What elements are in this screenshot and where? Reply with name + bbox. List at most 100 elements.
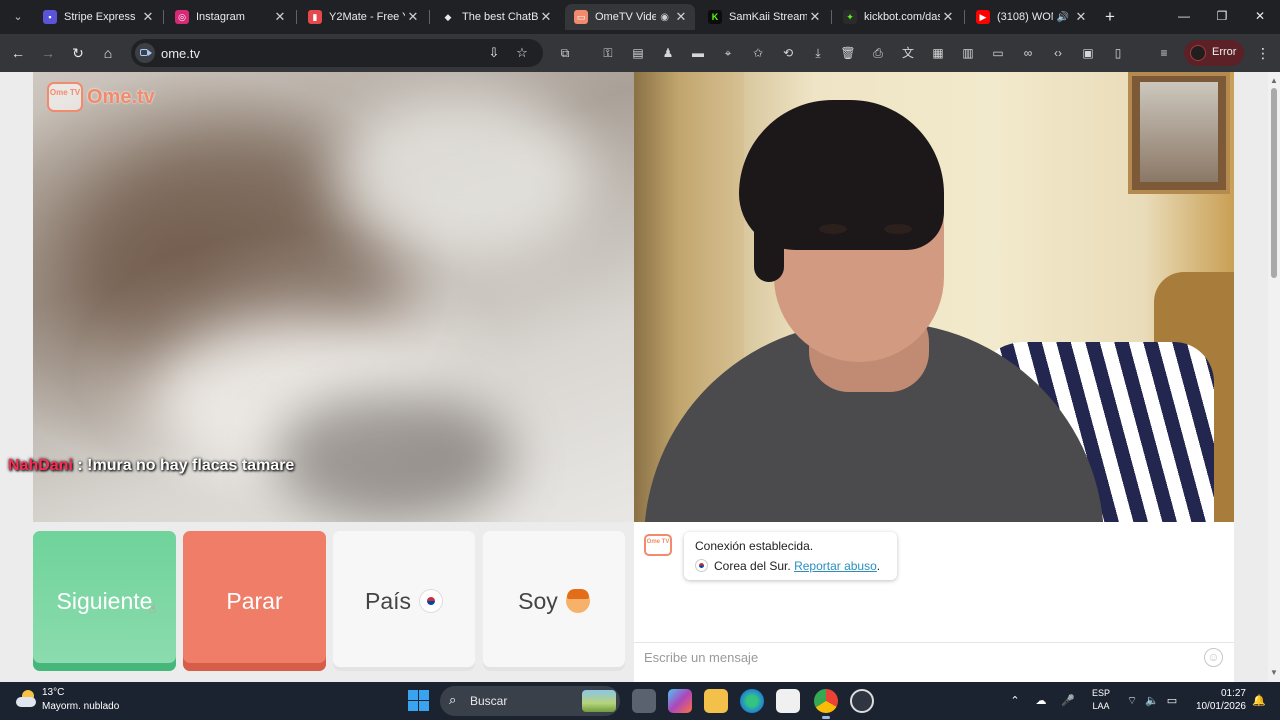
reload-icon[interactable]: ↻	[68, 43, 88, 63]
sidepanel-icon[interactable]: ▣	[1079, 44, 1097, 62]
tab-ometv[interactable]: ▭ OmeTV Vide ◉ ✕	[565, 4, 695, 30]
weather-temp[interactable]: 13°C	[42, 687, 64, 698]
tab-kickbot[interactable]: ✦ kickbot.com/das ✕	[834, 4, 962, 30]
notification-bell-icon[interactable]: 🔔	[1250, 692, 1268, 710]
extensions-icon[interactable]: ⧉	[556, 44, 574, 62]
profile-error-button[interactable]: Error	[1184, 40, 1244, 66]
store-icon[interactable]	[776, 689, 800, 713]
country-label: País	[364, 587, 412, 614]
onedrive-icon[interactable]: ☁	[1032, 692, 1050, 710]
next-button[interactable]: Siguiente	[33, 531, 176, 671]
tab-y2mate[interactable]: ▮ Y2Mate - Free Yo ✕	[299, 4, 427, 30]
scroll-down-icon[interactable]: ▼	[1270, 668, 1278, 678]
cast-icon[interactable]: ▭	[989, 44, 1007, 62]
scroll-up-icon[interactable]: ▲	[1270, 76, 1278, 86]
reader-icon[interactable]: ▤	[629, 44, 647, 62]
translate-icon[interactable]: 文	[899, 44, 917, 62]
windows-start-icon[interactable]	[408, 690, 429, 711]
avatar	[1190, 45, 1206, 61]
gender-button[interactable]: Soy	[483, 531, 625, 671]
tab-chatbot[interactable]: ◆ The best ChatBo ✕	[432, 4, 560, 30]
close-tab-icon[interactable]: ✕	[272, 9, 288, 25]
close-tab-icon[interactable]: ✕	[538, 9, 554, 25]
stop-button[interactable]: Parar	[183, 531, 326, 671]
system-clock[interactable]: 01:27 10/01/2026	[1190, 687, 1246, 713]
copilot-icon[interactable]	[668, 689, 692, 713]
close-tab-icon[interactable]: ✕	[940, 9, 956, 25]
close-tab-icon[interactable]: ✕	[807, 9, 823, 25]
emoji-picker-icon[interactable]: ☺	[1204, 648, 1223, 667]
code-icon[interactable]: ‹›	[1049, 44, 1067, 62]
close-window-icon[interactable]: ✕	[1248, 6, 1272, 26]
close-tab-icon[interactable]: ✕	[405, 9, 421, 25]
scrollbar-thumb[interactable]	[1271, 88, 1277, 278]
url-text[interactable]: ome.tv	[161, 46, 200, 61]
tab-stripe-express[interactable]: ▪ Stripe Express ✕	[34, 4, 162, 30]
keyboard-layout: LAA	[1092, 701, 1110, 711]
qr-icon[interactable]: ▦	[929, 44, 947, 62]
minimize-icon[interactable]: —	[1172, 6, 1196, 26]
close-tab-icon[interactable]: ✕	[140, 9, 156, 25]
link-icon[interactable]: ∞	[1019, 44, 1037, 62]
stranger-video: Ome TV Ome.tv	[33, 72, 634, 522]
audio-playing-icon[interactable]: 🔊	[1057, 12, 1069, 23]
message-input[interactable]	[634, 642, 1234, 672]
weather-icon[interactable]	[14, 689, 38, 711]
tab-youtube[interactable]: ▶ (3108) WON 🔊 ✕	[967, 4, 1095, 30]
weather-desc[interactable]: Mayorm. nublado	[42, 701, 119, 712]
close-tab-icon[interactable]: ✕	[673, 9, 689, 25]
back-icon[interactable]: ←	[8, 43, 28, 63]
media-controls-icon[interactable]: ≡	[1155, 44, 1173, 62]
devices-icon[interactable]: ▯	[1109, 44, 1127, 62]
trash-icon[interactable]: 🗑	[839, 44, 857, 62]
tab-samkaii-stream[interactable]: K SamKaii Stream ✕	[699, 4, 829, 30]
youtube-icon: ▶	[976, 10, 990, 24]
ometv-icon: ▭	[574, 10, 588, 24]
tab-instagram[interactable]: ◎ Instagram ✕	[166, 4, 294, 30]
self-camera-video	[634, 72, 1234, 522]
taskbar-search[interactable]: ⌕ Buscar	[440, 686, 620, 716]
home-icon[interactable]: ⌂	[98, 43, 118, 63]
download-icon[interactable]: ⤓	[809, 44, 827, 62]
reading-mode-icon[interactable]: ▥	[959, 44, 977, 62]
tab-strip: ⌄ ▪ Stripe Express ✕ ◎ Instagram ✕ ▮ Y2M…	[0, 0, 1280, 34]
battery-icon[interactable]: ▭	[1163, 692, 1181, 710]
page-scrollbar[interactable]: ▲ ▼	[1268, 72, 1280, 682]
print-icon[interactable]: ⎙	[869, 44, 887, 62]
chrome-icon[interactable]	[814, 689, 838, 719]
wifi-icon[interactable]: ⌔	[1123, 692, 1141, 710]
incognito-icon[interactable]: ♟	[659, 44, 677, 62]
country-button[interactable]: País	[333, 531, 475, 671]
menu-kebab-icon[interactable]: ⋮	[1256, 43, 1270, 63]
obs-icon[interactable]	[850, 689, 874, 713]
install-app-icon[interactable]: ⇩	[485, 44, 503, 62]
tab-title: The best ChatBo	[462, 11, 538, 23]
history-icon[interactable]: ⟲	[779, 44, 797, 62]
ometv-logo[interactable]: Ome TV Ome.tv	[47, 80, 155, 114]
kick-icon: K	[708, 10, 722, 24]
address-bar[interactable]: ome.tv ⇩ ☆	[131, 39, 543, 67]
tab-search-chevron-icon[interactable]: ⌄	[8, 7, 28, 27]
y2mate-icon: ▮	[308, 10, 322, 24]
star-list-icon[interactable]: ✩	[749, 44, 767, 62]
task-view-icon[interactable]	[632, 689, 656, 713]
key-icon[interactable]: ⚿	[599, 44, 617, 62]
microphone-icon[interactable]: 🎤	[1059, 692, 1077, 710]
bookmark-star-icon[interactable]: ☆	[513, 44, 531, 62]
location-icon[interactable]: ⌖	[719, 44, 737, 62]
forward-icon[interactable]: →	[38, 43, 58, 63]
card-icon[interactable]: ▬	[689, 44, 707, 62]
report-abuse-link[interactable]: Reportar abuso	[794, 559, 877, 573]
chat-text: : !mura no hay flacas tamare	[77, 457, 295, 474]
volume-icon[interactable]: 🔈	[1143, 692, 1161, 710]
tray-chevron-icon[interactable]: ⌃	[1006, 692, 1024, 710]
new-tab-icon[interactable]: +	[1101, 8, 1119, 26]
clock-date: 10/01/2026	[1195, 701, 1246, 712]
edge-icon[interactable]	[740, 689, 764, 713]
maximize-icon[interactable]: ❐	[1210, 6, 1234, 26]
language-indicator[interactable]: ESP LAA	[1090, 687, 1112, 713]
file-explorer-icon[interactable]	[704, 689, 728, 713]
camera-site-icon[interactable]	[135, 43, 155, 63]
windows-taskbar: 13°C Mayorm. nublado ⌕ Buscar ⌃ ☁ 🎤 ESP …	[0, 682, 1280, 720]
close-tab-icon[interactable]: ✕	[1073, 9, 1089, 25]
